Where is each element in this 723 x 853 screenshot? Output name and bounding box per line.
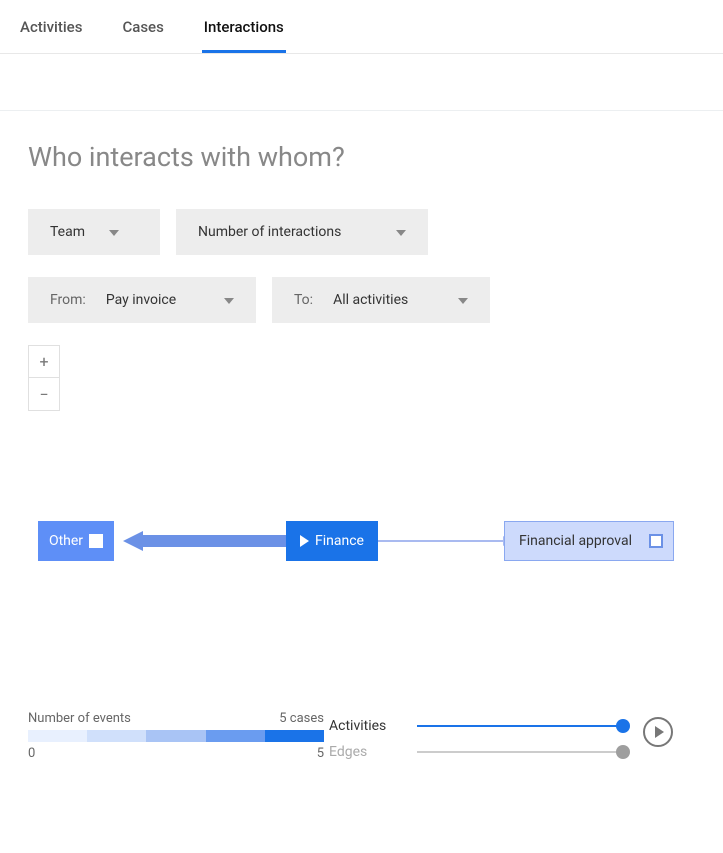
chevron-down-icon bbox=[396, 224, 406, 240]
legend-cases: 5 cases bbox=[279, 711, 324, 726]
interaction-graph[interactable]: Other Finance Financial approval bbox=[28, 471, 695, 701]
edges-slider-thumb[interactable] bbox=[616, 745, 630, 759]
chevron-down-icon bbox=[458, 292, 468, 308]
tab-activities[interactable]: Activities bbox=[18, 10, 84, 53]
play-icon bbox=[300, 535, 309, 547]
metric-select-value: Number of interactions bbox=[198, 224, 341, 240]
node-financial-approval[interactable]: Financial approval bbox=[504, 521, 674, 561]
node-finance[interactable]: Finance bbox=[286, 521, 378, 561]
activities-slider-thumb[interactable] bbox=[616, 719, 630, 733]
to-select[interactable]: To: All activities bbox=[272, 277, 490, 323]
chevron-down-icon bbox=[224, 292, 234, 308]
metric-select[interactable]: Number of interactions bbox=[176, 209, 428, 255]
edge-finance-to-other[interactable] bbox=[123, 531, 286, 551]
node-other-label: Other bbox=[49, 533, 83, 549]
color-legend: Number of events 5 cases 0 5 bbox=[28, 711, 324, 761]
page-title: Who interacts with whom? bbox=[28, 141, 695, 173]
from-label: From: bbox=[50, 292, 86, 308]
activities-slider-label: Activities bbox=[329, 718, 397, 734]
stop-icon bbox=[89, 534, 103, 548]
tab-interactions[interactable]: Interactions bbox=[202, 10, 286, 53]
node-financial-approval-label: Financial approval bbox=[519, 533, 632, 549]
from-value: Pay invoice bbox=[106, 292, 176, 308]
grouping-select-value: Team bbox=[50, 224, 85, 240]
play-animation-button[interactable] bbox=[643, 717, 673, 747]
to-label: To: bbox=[294, 292, 313, 308]
legend-max: 5 bbox=[317, 746, 324, 761]
node-finance-label: Finance bbox=[315, 533, 364, 549]
sliders: Activities Edges bbox=[329, 713, 629, 765]
edges-slider-label: Edges bbox=[329, 744, 397, 760]
node-other[interactable]: Other bbox=[38, 521, 114, 561]
edge-finance-to-financial-approval[interactable] bbox=[378, 540, 504, 542]
activities-slider[interactable] bbox=[417, 725, 629, 727]
tab-bar: Activities Cases Interactions bbox=[0, 0, 723, 54]
play-icon bbox=[655, 726, 664, 738]
color-scale bbox=[28, 730, 324, 742]
legend-min: 0 bbox=[28, 746, 35, 761]
from-select[interactable]: From: Pay invoice bbox=[28, 277, 256, 323]
legend-title: Number of events bbox=[28, 711, 131, 726]
edges-slider[interactable] bbox=[417, 751, 629, 753]
main-content: Who interacts with whom? Team Number of … bbox=[0, 111, 723, 765]
stop-icon bbox=[649, 534, 663, 548]
zoom-controls: + − bbox=[28, 345, 60, 411]
tab-cases[interactable]: Cases bbox=[120, 10, 165, 53]
to-value: All activities bbox=[333, 292, 408, 308]
zoom-out-button[interactable]: − bbox=[29, 378, 59, 410]
chevron-down-icon bbox=[109, 224, 119, 240]
grouping-select[interactable]: Team bbox=[28, 209, 160, 255]
zoom-in-button[interactable]: + bbox=[29, 346, 59, 378]
